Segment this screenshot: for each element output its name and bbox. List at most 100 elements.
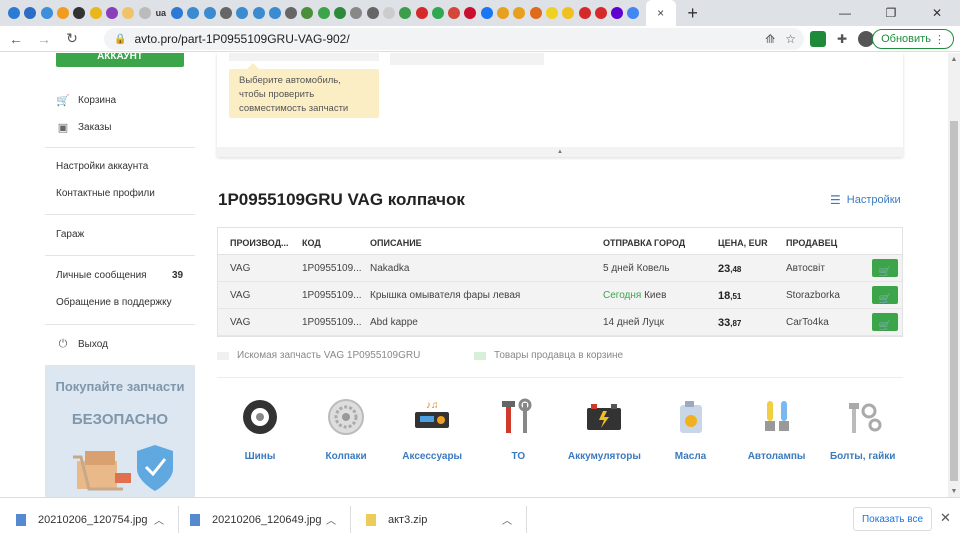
col-seller[interactable]: ПРОДАВЕЦ <box>786 238 837 248</box>
sidebar-item-garage[interactable]: Гараж <box>56 229 84 240</box>
pinned-tab[interactable] <box>218 0 234 26</box>
pinned-tab[interactable] <box>185 0 201 26</box>
forward-button[interactable]: → <box>32 27 56 51</box>
category-3[interactable]: ♪♫ Аксессуары <box>387 397 477 462</box>
col-shipping[interactable]: ОТПРАВКА <box>603 238 652 248</box>
category-1[interactable]: Шины <box>215 397 305 462</box>
pinned-tab[interactable] <box>462 0 478 26</box>
pinned-tab[interactable] <box>104 0 120 26</box>
pinned-tab[interactable]: ua <box>153 0 169 26</box>
scroll-thumb[interactable] <box>950 121 958 481</box>
cell-code[interactable]: 1P0955109... <box>302 290 362 301</box>
update-button[interactable]: Обновить ⋮ <box>872 29 954 49</box>
pinned-tab[interactable] <box>39 0 55 26</box>
pinned-tab[interactable] <box>544 0 560 26</box>
scroll-up-icon[interactable]: ▲ <box>948 53 960 65</box>
pinned-tab[interactable] <box>430 0 446 26</box>
download-item[interactable]: 20210206_120649.jpg ︿ <box>190 498 350 540</box>
settings-link[interactable]: ☰ Настройки <box>830 193 901 207</box>
pinned-tab[interactable] <box>55 0 71 26</box>
pinned-tab[interactable] <box>365 0 381 26</box>
pinned-tab[interactable] <box>625 0 641 26</box>
pinned-tab[interactable] <box>169 0 185 26</box>
pinned-tab[interactable] <box>397 0 413 26</box>
pinned-tab[interactable] <box>332 0 348 26</box>
close-window-button[interactable]: ✕ <box>914 0 960 26</box>
pinned-tab[interactable] <box>202 0 218 26</box>
sidebar-item-messages[interactable]: Личные сообщения <box>56 270 147 281</box>
back-button[interactable]: ← <box>4 27 28 51</box>
active-tab[interactable]: × <box>645 0 676 26</box>
scroll-down-icon[interactable]: ▼ <box>948 485 960 497</box>
pinned-tab[interactable] <box>511 0 527 26</box>
col-city[interactable]: ГОРОД <box>654 238 685 248</box>
add-to-cart-button[interactable]: 🛒 <box>872 286 898 305</box>
pinned-tab[interactable] <box>234 0 250 26</box>
table-row[interactable]: VAG 1P0955109... Nakadka 5 дней Ковель 23,48… <box>218 255 902 282</box>
extension-green-icon[interactable] <box>810 31 826 47</box>
add-to-cart-button[interactable]: 🛒 <box>872 313 898 332</box>
pinned-tab[interactable] <box>381 0 397 26</box>
category-4[interactable]: ТО <box>473 397 563 462</box>
tab-close-icon[interactable]: × <box>657 6 664 20</box>
minimize-button[interactable]: — <box>822 0 868 26</box>
close-icon[interactable]: ✕ <box>940 510 951 526</box>
col-description[interactable]: ОПИСАНИЕ <box>370 238 422 248</box>
pinned-tab[interactable] <box>136 0 152 26</box>
sidebar-item-support[interactable]: Обращение в поддержку <box>56 297 172 308</box>
pinned-tab[interactable] <box>609 0 625 26</box>
pinned-tab[interactable] <box>446 0 462 26</box>
category-5[interactable]: Аккумуляторы <box>559 397 649 462</box>
cell-seller[interactable]: Storazborka <box>786 290 840 301</box>
category-2[interactable]: Колпаки <box>301 397 391 462</box>
category-6[interactable]: Масла <box>646 397 736 462</box>
table-row[interactable]: VAG 1P0955109... Крышка омывателя фары лев… <box>218 282 902 309</box>
pinned-tab[interactable] <box>528 0 544 26</box>
pinned-tab[interactable] <box>479 0 495 26</box>
download-item[interactable]: акт3.zip ︿ <box>366 498 526 540</box>
cell-seller[interactable]: CarTo4ka <box>786 317 829 328</box>
reload-button[interactable]: ↻ <box>60 27 84 51</box>
cell-code[interactable]: 1P0955109... <box>302 263 362 274</box>
pinned-tab[interactable] <box>413 0 429 26</box>
pinned-tab[interactable] <box>6 0 22 26</box>
sidebar-item-logout[interactable]: ⏻ Выход <box>56 337 108 351</box>
collapse-toggle[interactable]: ▲ <box>217 147 903 157</box>
chevron-up-icon[interactable]: ︿ <box>502 512 512 527</box>
cell-seller[interactable]: Автосвіт <box>786 263 825 274</box>
download-item[interactable]: 20210206_120754.jpg ︿ <box>16 498 178 540</box>
pinned-tab[interactable] <box>267 0 283 26</box>
pinned-tab[interactable] <box>87 0 103 26</box>
chevron-up-icon[interactable]: ︿ <box>326 512 336 527</box>
table-row[interactable]: VAG 1P0955109... Abd kappe 14 дней Луцк 33,8… <box>218 309 902 336</box>
sidebar-item-contact-profiles[interactable]: Контактные профили <box>56 188 155 199</box>
pinned-tab[interactable] <box>576 0 592 26</box>
new-tab-button[interactable]: + <box>680 0 706 26</box>
pinned-tab[interactable] <box>495 0 511 26</box>
page-scrollbar[interactable]: ▲ ▼ <box>948 53 960 497</box>
pinned-tab[interactable] <box>283 0 299 26</box>
pinned-tab[interactable] <box>71 0 87 26</box>
puzzle-icon[interactable]: ✚ <box>834 31 850 47</box>
restore-button[interactable]: ❐ <box>868 0 914 26</box>
vehicle-select-2[interactable] <box>390 53 544 65</box>
pinned-tab[interactable] <box>593 0 609 26</box>
translate-icon[interactable]: ⟰ <box>765 32 775 46</box>
col-maker[interactable]: ПРОИЗВОД... <box>230 238 289 248</box>
category-7[interactable]: Автолампы <box>732 397 822 462</box>
sidebar-item-orders[interactable]: ▣ Заказы <box>56 120 112 134</box>
cell-code[interactable]: 1P0955109... <box>302 317 362 328</box>
promo-banner[interactable]: Покупайте запчасти БЕЗОПАСНО <box>45 365 195 497</box>
pinned-tab[interactable] <box>299 0 315 26</box>
pinned-tab[interactable] <box>348 0 364 26</box>
sidebar-item-account-settings[interactable]: Настройки аккаунта <box>56 161 148 172</box>
category-8[interactable]: Болты, гайки <box>818 397 908 462</box>
account-button[interactable]: АККАУНТ <box>56 53 184 67</box>
pinned-tab[interactable] <box>560 0 576 26</box>
pinned-tab[interactable] <box>22 0 38 26</box>
vehicle-select[interactable] <box>229 53 379 61</box>
chevron-up-icon[interactable]: ︿ <box>154 512 164 527</box>
add-to-cart-button[interactable]: 🛒 <box>872 259 898 278</box>
pinned-tab[interactable] <box>250 0 266 26</box>
col-price[interactable]: ЦЕНА, EUR <box>718 238 768 248</box>
